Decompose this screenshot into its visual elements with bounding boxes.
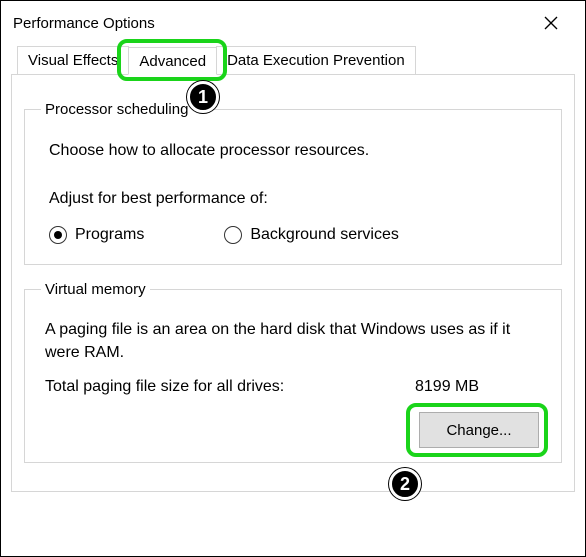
radio-indicator-icon	[224, 226, 242, 244]
virtual-memory-button-row: Change...	[41, 412, 545, 448]
titlebar: Performance Options	[1, 1, 585, 45]
change-button[interactable]: Change...	[419, 412, 539, 448]
tabs-row: Visual Effects Advanced Data Execution P…	[11, 45, 575, 75]
virtual-memory-total-label: Total paging file size for all drives:	[45, 378, 415, 396]
tab-panel-advanced: Processor scheduling Choose how to alloc…	[11, 75, 575, 492]
performance-options-window: Performance Options Visual Effects Advan…	[0, 0, 586, 557]
processor-subhead: Adjust for best performance of:	[49, 190, 545, 208]
tab-advanced[interactable]: Advanced	[128, 47, 217, 75]
window-title: Performance Options	[13, 15, 155, 32]
group-legend-processor: Processor scheduling	[41, 101, 192, 118]
processor-description: Choose how to allocate processor resourc…	[49, 142, 545, 160]
radio-programs-label: Programs	[75, 226, 144, 244]
radio-background-services[interactable]: Background services	[224, 226, 399, 244]
radio-background-label: Background services	[250, 226, 399, 244]
virtual-memory-description: A paging file is an area on the hard dis…	[45, 318, 541, 364]
tab-visual-effects[interactable]: Visual Effects	[17, 46, 129, 74]
group-legend-virtual-memory: Virtual memory	[41, 281, 150, 298]
group-virtual-memory: Virtual memory A paging file is an area …	[24, 281, 562, 463]
dialog-content: Visual Effects Advanced Data Execution P…	[1, 45, 585, 502]
radio-indicator-icon	[49, 226, 67, 244]
close-icon	[544, 16, 558, 30]
virtual-memory-total-row: Total paging file size for all drives: 8…	[45, 378, 541, 396]
virtual-memory-total-value: 8199 MB	[415, 378, 479, 396]
close-button[interactable]	[531, 3, 571, 43]
tab-data-execution-prevention[interactable]: Data Execution Prevention	[216, 46, 416, 74]
processor-radio-group: Programs Background services	[49, 226, 545, 244]
group-processor-scheduling: Processor scheduling Choose how to alloc…	[24, 101, 562, 265]
radio-programs[interactable]: Programs	[49, 226, 144, 244]
